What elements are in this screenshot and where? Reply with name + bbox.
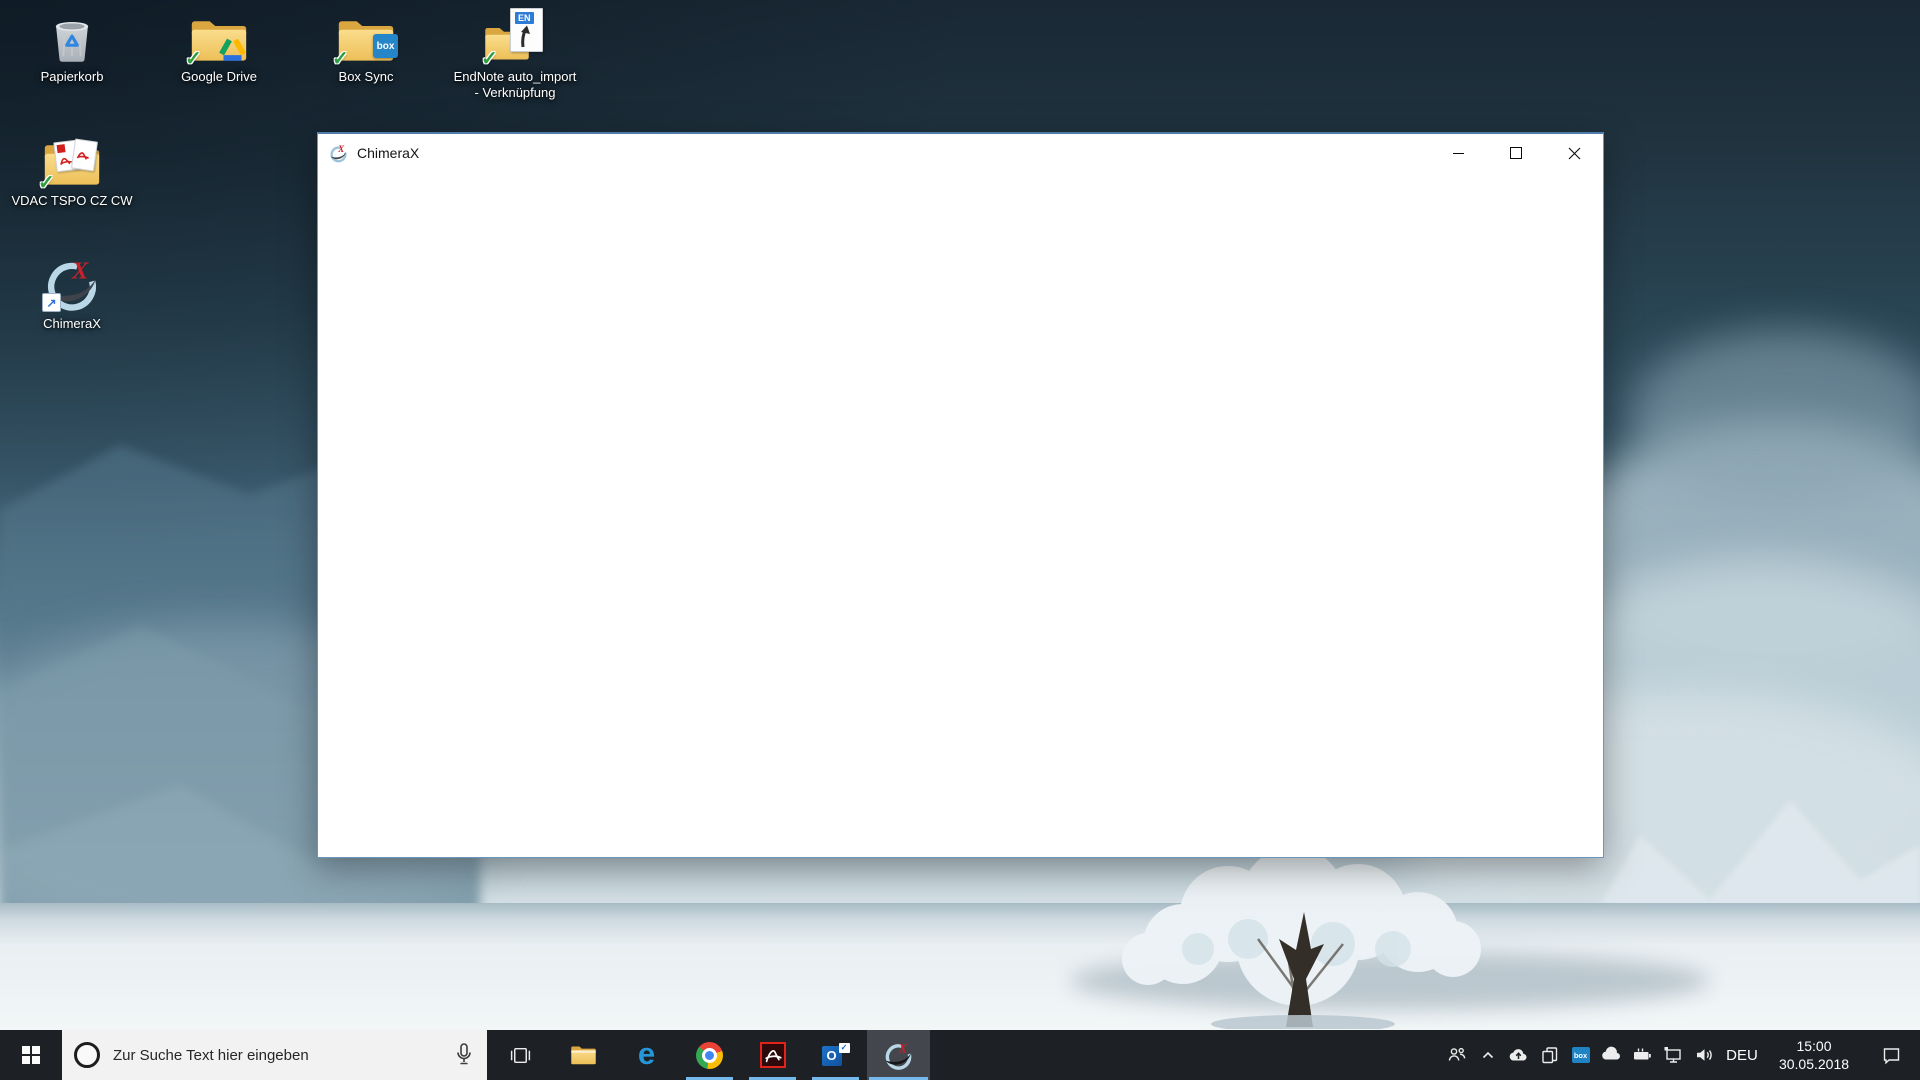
system-tray: box DEU [1441,1030,1920,1080]
svg-text:X: X [898,1040,908,1055]
file-explorer-icon [570,1044,597,1066]
google-drive-folder-icon [188,8,250,66]
import-arrow-icon [511,24,540,48]
language-indicator[interactable]: DEU [1720,1047,1764,1064]
window-controls [1429,134,1603,172]
network-icon[interactable] [1658,1030,1689,1080]
search-placeholder: Zur Suche Text hier eingeben [113,1047,309,1064]
maximize-icon [1510,147,1522,159]
people-icon[interactable] [1441,1030,1472,1080]
taskbar-app-edge[interactable]: e [615,1030,678,1080]
window-title: ChimeraX [357,145,419,161]
chimerax-canvas[interactable] [318,172,1603,857]
volume-icon[interactable] [1689,1030,1720,1080]
windows-logo-icon [22,1046,40,1064]
close-button[interactable] [1545,134,1603,172]
chimerax-logo-icon: X [41,255,103,313]
sync-check-icon [481,49,498,69]
sync-check-icon [38,173,55,193]
outlook-icon: O [822,1043,850,1068]
endnote-shortcut-icon: EN [484,8,546,66]
chrome-icon [696,1042,723,1069]
box-logo-icon: box [373,34,398,58]
box-tray-icon[interactable]: box [1565,1030,1596,1080]
chimerax-taskbar-icon: X [883,1040,914,1071]
sync-check-icon [185,49,202,69]
desktop-root: { "desktop": { "icons": [ {"id": "papier… [0,0,1920,1080]
taskbar-app-task-view[interactable] [489,1030,552,1080]
endnote-en-badge: EN [515,12,534,24]
endnote-document: EN [510,8,543,52]
svg-text:X: X [71,258,89,285]
taskbar-search[interactable]: Zur Suche Text hier eingeben [62,1030,487,1080]
onedrive-cloud-icon[interactable] [1596,1030,1627,1080]
chimerax-window-icon: X [329,144,348,163]
microphone-icon[interactable] [453,1042,475,1068]
pdf-page [71,139,98,172]
desktop-icon-label: EndNote auto_import - Verknüpfung [450,69,580,102]
taskbar-apps: e O X [489,1030,930,1080]
clock-time: 15:00 [1764,1037,1864,1055]
acrobat-icon [760,1042,786,1068]
maximize-button[interactable] [1487,134,1545,172]
taskbar-clock[interactable]: 15:00 30.05.2018 [1764,1037,1864,1073]
cloud [1630,330,1920,500]
pdf-logo [57,144,66,153]
start-button[interactable] [0,1030,62,1080]
show-hidden-icons-chevron[interactable] [1472,1030,1503,1080]
box-sync-folder-icon: box [335,8,397,66]
desktop-icon-chimerax[interactable]: X ChimeraX [11,255,133,332]
copy-pages-icon[interactable] [1534,1030,1565,1080]
desktop-icon-label: Papierkorb [41,69,104,85]
drive-triangle-icon [219,37,246,62]
desktop-icon-label: ChimeraX [43,316,101,332]
sync-check-icon [332,49,349,69]
taskbar-app-acrobat[interactable] [741,1030,804,1080]
shortcut-arrow-icon [42,293,61,312]
box-logo-text: box [377,41,395,52]
desktop-icon-papierkorb[interactable]: Papierkorb [11,8,133,85]
desktop-icon-label: VDAC TSPO CZ CW [11,193,132,209]
desktop-icon-label: Google Drive [181,69,257,85]
box-tray-text: box [1574,1051,1587,1060]
edge-icon: e [638,1038,655,1069]
taskbar-app-chimerax[interactable]: X [867,1030,930,1080]
outlook-envelope-icon [839,1043,850,1053]
chimerax-window: X ChimeraX [317,132,1604,858]
frosted-tree [1108,844,1488,1029]
recycle-bin-icon [41,8,103,66]
pdf-folder-icon [41,132,103,190]
action-center-icon [1881,1045,1902,1066]
window-titlebar[interactable]: X ChimeraX [318,134,1603,172]
taskbar-app-chrome[interactable] [678,1030,741,1080]
clock-date: 30.05.2018 [1764,1055,1864,1073]
close-icon [1568,147,1581,160]
desktop-icon-label: Box Sync [339,69,394,85]
action-center-button[interactable] [1864,1030,1918,1080]
taskbar-app-outlook[interactable]: O [804,1030,867,1080]
task-view-icon [509,1044,532,1067]
desktop-icon-box-sync[interactable]: box Box Sync [305,8,427,85]
desktop-icon-vdac-folder[interactable]: VDAC TSPO CZ CW [11,132,133,209]
desktop-icon-google-drive[interactable]: Google Drive [158,8,280,85]
outlook-o: O [826,1048,836,1063]
cortana-icon [74,1042,100,1068]
svg-text:X: X [337,144,345,154]
taskbar: Zur Suche Text hier eingeben e [0,1030,1920,1080]
taskbar-app-file-explorer[interactable] [552,1030,615,1080]
minimize-button[interactable] [1429,134,1487,172]
cloud-upload-icon[interactable] [1503,1030,1534,1080]
desktop-icon-endnote[interactable]: EN EndNote auto_import - Verknüpfung [450,8,580,102]
minimize-icon [1453,153,1464,154]
battery-icon[interactable] [1627,1030,1658,1080]
